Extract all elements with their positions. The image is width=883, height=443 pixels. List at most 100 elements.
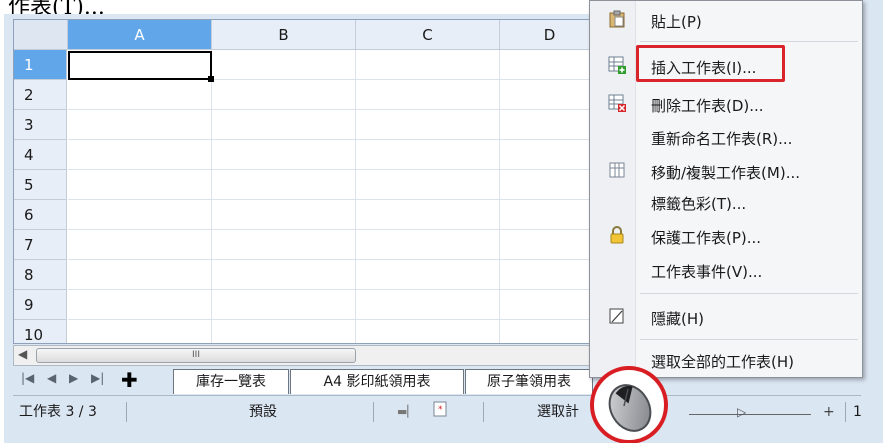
grid-cell[interactable] [68,260,212,290]
row-header-5[interactable]: 5 [14,170,67,200]
row-header-10[interactable]: 10 [14,320,67,343]
menu-item-protect-sheet[interactable]: 保護工作表(P)... [590,221,862,251]
add-sheet-icon[interactable]: ✚ [121,368,138,392]
first-sheet-icon[interactable]: |◀ [21,371,34,385]
grid-cell[interactable] [356,230,500,260]
grid-cell[interactable] [212,320,356,343]
delete-sheet-icon [608,94,626,112]
grid-cell[interactable] [68,50,212,80]
highlight-box [636,45,785,82]
grid-cell[interactable] [356,80,500,110]
status-divider [373,402,374,422]
grid-cell[interactable] [356,290,500,320]
grid-cell[interactable] [500,110,592,140]
grid-cell[interactable] [356,50,500,80]
lock-icon [608,226,626,244]
grid-cell[interactable] [212,110,356,140]
menu-item-label: 重新命名工作表(R)... [651,130,793,148]
paste-icon [608,10,626,28]
status-bar: 工作表 3 / 3 預設 ▬▏ * 選取計 ▷ + 12 [13,395,883,427]
column-header-d[interactable]: D [500,20,592,50]
grid-cell[interactable] [500,320,592,343]
sheet-tab-paper[interactable]: A4 影印紙領用表 [290,369,464,394]
grid-cell[interactable] [500,140,592,170]
previous-sheet-icon[interactable]: ◀ [47,371,56,385]
menu-item-label: 保護工作表(P)... [651,229,762,247]
grid-cell[interactable] [68,200,212,230]
menu-item-label: 隱藏(H) [651,310,704,328]
menu-item-hide[interactable]: 隱藏(H) [590,302,862,332]
grid-cell[interactable] [356,140,500,170]
grid-cell[interactable] [212,260,356,290]
row-header-1[interactable]: 1 [14,50,67,80]
grid-cell[interactable] [212,140,356,170]
page-style[interactable]: 預設 [249,401,277,423]
row-header-6[interactable]: 6 [14,200,67,230]
column-header-b[interactable]: B [212,20,356,50]
menu-separator [640,293,858,294]
grid-cell[interactable] [356,260,500,290]
grid-cell[interactable] [500,170,592,200]
menu-item-move-copy-sheet[interactable]: 移動/複製工作表(M)... [590,156,862,186]
grid-cell[interactable] [356,200,500,230]
select-all-corner[interactable] [14,20,68,50]
row-header-7[interactable]: 7 [14,230,67,260]
last-sheet-icon[interactable]: ▶| [91,371,104,385]
grid-cell[interactable] [212,170,356,200]
grid-cell[interactable] [356,170,500,200]
next-sheet-icon[interactable]: ▶ [69,371,78,385]
grid-cell[interactable] [500,80,592,110]
grid-cell[interactable] [212,200,356,230]
grid-cell[interactable] [68,140,212,170]
menu-item-tab-color[interactable]: 標籤色彩(T)... [590,187,862,217]
menu-item-sheet-events[interactable]: 工作表事件(V)... [590,255,862,285]
grid-cell[interactable] [500,200,592,230]
grid-cell[interactable] [500,50,592,80]
fill-handle[interactable] [208,76,214,82]
column-header-c[interactable]: C [356,20,500,50]
zoom-in-icon[interactable]: + [823,401,835,423]
sheet-tab-inventory[interactable]: 庫存一覽表 [173,369,289,394]
row-header-2[interactable]: 2 [14,80,67,110]
row-header-8[interactable]: 8 [14,260,67,290]
row-header-4[interactable]: 4 [14,140,67,170]
grid-cell[interactable] [68,320,212,343]
menu-item-delete-sheet[interactable]: 刪除工作表(D)... [590,89,862,119]
grid-cell[interactable] [500,260,592,290]
sheet-tab-bar: |◀ ◀ ▶ ▶| ✚ 庫存一覽表 A4 影印紙領用表 原子筆領用表 [13,367,593,394]
grid-cell[interactable] [212,290,356,320]
menu-item-rename-sheet[interactable]: 重新命名工作表(R)... [590,122,862,152]
grid-cell[interactable] [212,50,356,80]
sheet-indicator: 工作表 3 / 3 [19,404,97,420]
grid-cell[interactable] [68,110,212,140]
grid-cell[interactable] [500,230,592,260]
grid-cell[interactable] [212,230,356,260]
zoom-slider-thumb[interactable]: ▷ [737,401,746,423]
scrollbar-thumb[interactable]: III [36,348,356,363]
spreadsheet-grid[interactable]: A B C D 1 2 3 4 5 6 7 8 9 10 [13,19,593,344]
grid-cell[interactable] [356,110,500,140]
grid-cell[interactable] [68,80,212,110]
menu-item-label: 標籤色彩(T)... [651,195,747,213]
hide-icon [608,307,626,325]
grid-cell[interactable] [68,230,212,260]
grid-cell[interactable] [500,290,592,320]
menu-item-paste[interactable]: 貼上(P) [590,5,862,35]
grid-cell[interactable] [212,80,356,110]
row-header-3[interactable]: 3 [14,110,67,140]
row-header-9[interactable]: 9 [14,290,67,320]
zoom-slider-track[interactable] [689,414,811,415]
grid-cell[interactable] [68,170,212,200]
sidebar-edge [861,0,883,443]
sheet-tab-pen[interactable]: 原子筆領用表 [465,369,593,394]
grid-cell[interactable] [356,320,500,343]
scroll-left-icon[interactable]: ◀ [18,347,27,361]
scrollbar-grip: III [192,350,200,360]
column-header-a[interactable]: A [68,20,212,50]
grid-cell[interactable] [68,290,212,320]
menu-item-label: 刪除工作表(D)... [651,97,764,115]
status-divider [483,402,484,422]
horizontal-scrollbar[interactable]: ◀ III [13,345,593,366]
insert-mode-icon: ▬▏ [397,405,416,418]
menu-item-label: 貼上(P) [651,13,702,31]
